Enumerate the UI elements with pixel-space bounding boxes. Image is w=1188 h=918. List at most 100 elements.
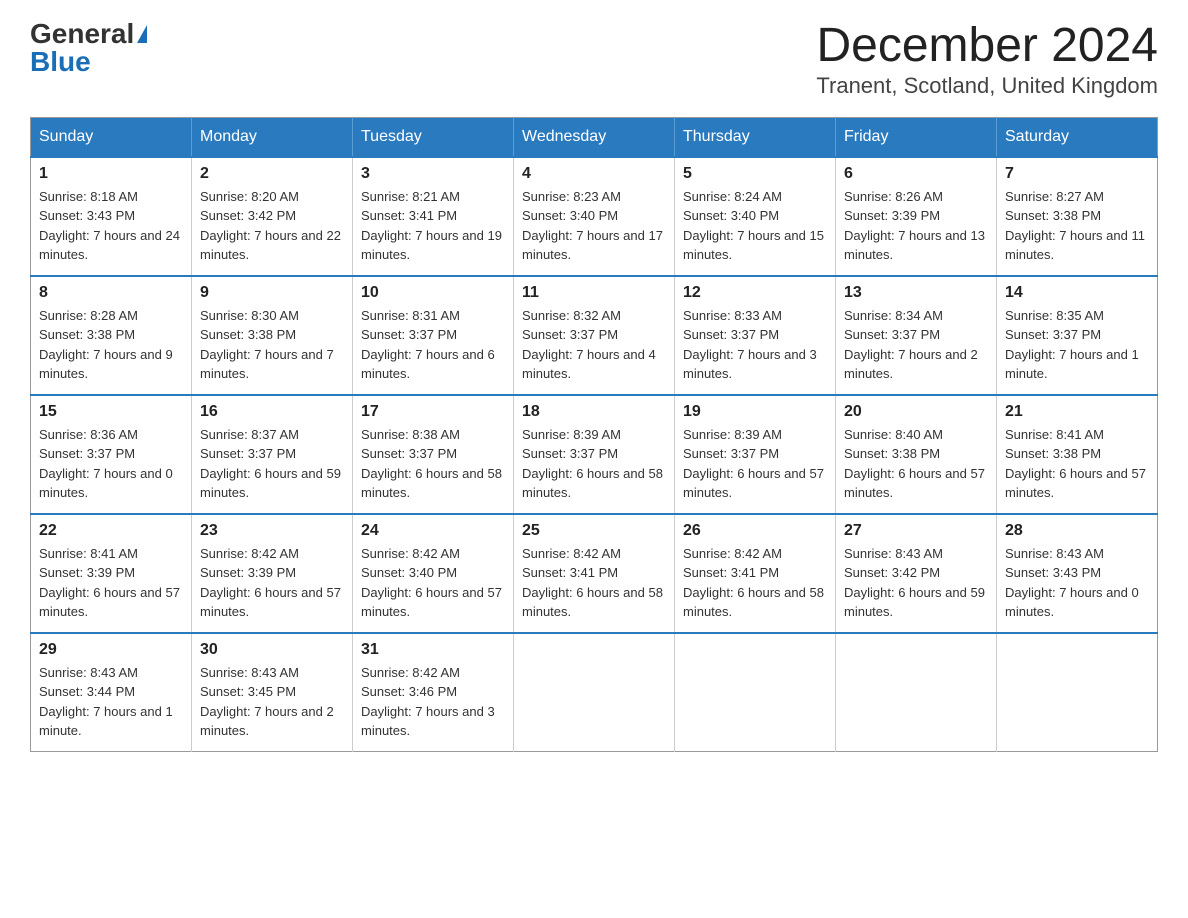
- day-info: Sunrise: 8:32 AMSunset: 3:37 PMDaylight:…: [522, 308, 656, 382]
- day-header-friday: Friday: [836, 117, 997, 157]
- day-info: Sunrise: 8:37 AMSunset: 3:37 PMDaylight:…: [200, 427, 341, 501]
- calendar-day-cell: 11 Sunrise: 8:32 AMSunset: 3:37 PMDaylig…: [514, 276, 675, 395]
- day-header-thursday: Thursday: [675, 117, 836, 157]
- day-number: 26: [683, 522, 827, 540]
- day-info: Sunrise: 8:26 AMSunset: 3:39 PMDaylight:…: [844, 189, 985, 263]
- day-info: Sunrise: 8:28 AMSunset: 3:38 PMDaylight:…: [39, 308, 173, 382]
- day-info: Sunrise: 8:42 AMSunset: 3:41 PMDaylight:…: [522, 546, 663, 620]
- day-info: Sunrise: 8:36 AMSunset: 3:37 PMDaylight:…: [39, 427, 173, 501]
- day-number: 19: [683, 403, 827, 421]
- calendar-day-cell: 25 Sunrise: 8:42 AMSunset: 3:41 PMDaylig…: [514, 514, 675, 633]
- calendar-table: SundayMondayTuesdayWednesdayThursdayFrid…: [30, 117, 1158, 752]
- calendar-week-row: 8 Sunrise: 8:28 AMSunset: 3:38 PMDayligh…: [31, 276, 1158, 395]
- day-info: Sunrise: 8:34 AMSunset: 3:37 PMDaylight:…: [844, 308, 978, 382]
- calendar-day-cell: 12 Sunrise: 8:33 AMSunset: 3:37 PMDaylig…: [675, 276, 836, 395]
- calendar-day-cell: 22 Sunrise: 8:41 AMSunset: 3:39 PMDaylig…: [31, 514, 192, 633]
- day-info: Sunrise: 8:18 AMSunset: 3:43 PMDaylight:…: [39, 189, 180, 263]
- calendar-day-cell: 24 Sunrise: 8:42 AMSunset: 3:40 PMDaylig…: [353, 514, 514, 633]
- calendar-day-cell: 17 Sunrise: 8:38 AMSunset: 3:37 PMDaylig…: [353, 395, 514, 514]
- day-number: 18: [522, 403, 666, 421]
- day-number: 4: [522, 165, 666, 183]
- calendar-day-cell: 19 Sunrise: 8:39 AMSunset: 3:37 PMDaylig…: [675, 395, 836, 514]
- calendar-day-cell: 5 Sunrise: 8:24 AMSunset: 3:40 PMDayligh…: [675, 157, 836, 276]
- day-header-wednesday: Wednesday: [514, 117, 675, 157]
- calendar-header-row: SundayMondayTuesdayWednesdayThursdayFrid…: [31, 117, 1158, 157]
- calendar-week-row: 29 Sunrise: 8:43 AMSunset: 3:44 PMDaylig…: [31, 633, 1158, 752]
- day-number: 5: [683, 165, 827, 183]
- day-info: Sunrise: 8:40 AMSunset: 3:38 PMDaylight:…: [844, 427, 985, 501]
- calendar-week-row: 15 Sunrise: 8:36 AMSunset: 3:37 PMDaylig…: [31, 395, 1158, 514]
- day-header-monday: Monday: [192, 117, 353, 157]
- calendar-day-cell: 10 Sunrise: 8:31 AMSunset: 3:37 PMDaylig…: [353, 276, 514, 395]
- day-number: 23: [200, 522, 344, 540]
- calendar-day-cell: 23 Sunrise: 8:42 AMSunset: 3:39 PMDaylig…: [192, 514, 353, 633]
- day-info: Sunrise: 8:33 AMSunset: 3:37 PMDaylight:…: [683, 308, 817, 382]
- day-info: Sunrise: 8:38 AMSunset: 3:37 PMDaylight:…: [361, 427, 502, 501]
- day-info: Sunrise: 8:39 AMSunset: 3:37 PMDaylight:…: [683, 427, 824, 501]
- calendar-day-cell: 26 Sunrise: 8:42 AMSunset: 3:41 PMDaylig…: [675, 514, 836, 633]
- calendar-day-cell: 28 Sunrise: 8:43 AMSunset: 3:43 PMDaylig…: [997, 514, 1158, 633]
- day-number: 21: [1005, 403, 1149, 421]
- day-number: 27: [844, 522, 988, 540]
- logo-blue: Blue: [30, 48, 91, 76]
- day-info: Sunrise: 8:41 AMSunset: 3:38 PMDaylight:…: [1005, 427, 1146, 501]
- day-info: Sunrise: 8:42 AMSunset: 3:39 PMDaylight:…: [200, 546, 341, 620]
- day-info: Sunrise: 8:21 AMSunset: 3:41 PMDaylight:…: [361, 189, 502, 263]
- day-number: 28: [1005, 522, 1149, 540]
- day-info: Sunrise: 8:43 AMSunset: 3:45 PMDaylight:…: [200, 665, 334, 739]
- day-number: 6: [844, 165, 988, 183]
- day-info: Sunrise: 8:43 AMSunset: 3:43 PMDaylight:…: [1005, 546, 1139, 620]
- calendar-day-cell: 20 Sunrise: 8:40 AMSunset: 3:38 PMDaylig…: [836, 395, 997, 514]
- day-number: 25: [522, 522, 666, 540]
- calendar-empty-cell: [514, 633, 675, 752]
- day-number: 10: [361, 284, 505, 302]
- day-number: 29: [39, 641, 183, 659]
- day-number: 17: [361, 403, 505, 421]
- day-number: 15: [39, 403, 183, 421]
- logo-triangle-icon: [137, 25, 147, 43]
- day-info: Sunrise: 8:42 AMSunset: 3:41 PMDaylight:…: [683, 546, 824, 620]
- calendar-empty-cell: [836, 633, 997, 752]
- day-header-saturday: Saturday: [997, 117, 1158, 157]
- day-info: Sunrise: 8:35 AMSunset: 3:37 PMDaylight:…: [1005, 308, 1139, 382]
- calendar-day-cell: 21 Sunrise: 8:41 AMSunset: 3:38 PMDaylig…: [997, 395, 1158, 514]
- day-info: Sunrise: 8:42 AMSunset: 3:40 PMDaylight:…: [361, 546, 502, 620]
- day-number: 3: [361, 165, 505, 183]
- day-info: Sunrise: 8:20 AMSunset: 3:42 PMDaylight:…: [200, 189, 341, 263]
- day-info: Sunrise: 8:39 AMSunset: 3:37 PMDaylight:…: [522, 427, 663, 501]
- calendar-day-cell: 29 Sunrise: 8:43 AMSunset: 3:44 PMDaylig…: [31, 633, 192, 752]
- day-number: 12: [683, 284, 827, 302]
- day-info: Sunrise: 8:43 AMSunset: 3:44 PMDaylight:…: [39, 665, 173, 739]
- calendar-day-cell: 31 Sunrise: 8:42 AMSunset: 3:46 PMDaylig…: [353, 633, 514, 752]
- logo-general: General: [30, 20, 134, 48]
- calendar-day-cell: 2 Sunrise: 8:20 AMSunset: 3:42 PMDayligh…: [192, 157, 353, 276]
- day-number: 24: [361, 522, 505, 540]
- title-section: December 2024 Tranent, Scotland, United …: [816, 20, 1158, 99]
- day-info: Sunrise: 8:30 AMSunset: 3:38 PMDaylight:…: [200, 308, 334, 382]
- calendar-day-cell: 7 Sunrise: 8:27 AMSunset: 3:38 PMDayligh…: [997, 157, 1158, 276]
- logo: General Blue: [30, 20, 147, 76]
- calendar-day-cell: 30 Sunrise: 8:43 AMSunset: 3:45 PMDaylig…: [192, 633, 353, 752]
- day-number: 8: [39, 284, 183, 302]
- day-number: 20: [844, 403, 988, 421]
- day-number: 14: [1005, 284, 1149, 302]
- calendar-day-cell: 27 Sunrise: 8:43 AMSunset: 3:42 PMDaylig…: [836, 514, 997, 633]
- day-number: 1: [39, 165, 183, 183]
- day-number: 30: [200, 641, 344, 659]
- day-number: 11: [522, 284, 666, 302]
- day-info: Sunrise: 8:27 AMSunset: 3:38 PMDaylight:…: [1005, 189, 1145, 263]
- day-info: Sunrise: 8:42 AMSunset: 3:46 PMDaylight:…: [361, 665, 495, 739]
- day-info: Sunrise: 8:31 AMSunset: 3:37 PMDaylight:…: [361, 308, 495, 382]
- calendar-day-cell: 18 Sunrise: 8:39 AMSunset: 3:37 PMDaylig…: [514, 395, 675, 514]
- calendar-day-cell: 14 Sunrise: 8:35 AMSunset: 3:37 PMDaylig…: [997, 276, 1158, 395]
- month-title: December 2024: [816, 20, 1158, 73]
- calendar-day-cell: 13 Sunrise: 8:34 AMSunset: 3:37 PMDaylig…: [836, 276, 997, 395]
- location-title: Tranent, Scotland, United Kingdom: [816, 73, 1158, 99]
- calendar-day-cell: 15 Sunrise: 8:36 AMSunset: 3:37 PMDaylig…: [31, 395, 192, 514]
- calendar-day-cell: 6 Sunrise: 8:26 AMSunset: 3:39 PMDayligh…: [836, 157, 997, 276]
- calendar-day-cell: 9 Sunrise: 8:30 AMSunset: 3:38 PMDayligh…: [192, 276, 353, 395]
- calendar-day-cell: 4 Sunrise: 8:23 AMSunset: 3:40 PMDayligh…: [514, 157, 675, 276]
- day-number: 22: [39, 522, 183, 540]
- day-info: Sunrise: 8:41 AMSunset: 3:39 PMDaylight:…: [39, 546, 180, 620]
- calendar-day-cell: 8 Sunrise: 8:28 AMSunset: 3:38 PMDayligh…: [31, 276, 192, 395]
